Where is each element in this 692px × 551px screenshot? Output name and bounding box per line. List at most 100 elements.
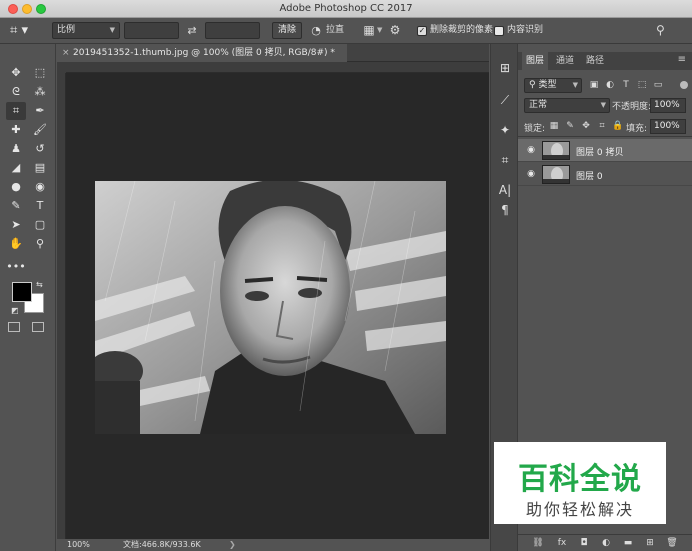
options-bar: ⌗ ▾ 比例 ▼ ⇄ 清除 ◔ 拉直 ▦ ▼ ⚙ ✓ 删除裁剪的像素 内容识别 ⚲ bbox=[0, 18, 692, 44]
rectangle-tool-icon[interactable]: ▢ bbox=[30, 216, 50, 234]
zoom-level[interactable]: 100% bbox=[67, 539, 90, 551]
canvas-area[interactable] bbox=[66, 73, 489, 539]
lock-image-icon[interactable]: ✎ bbox=[564, 120, 576, 133]
swap-dimensions-icon[interactable]: ⇄ bbox=[184, 22, 200, 39]
add-mask-icon[interactable]: ◘ bbox=[578, 537, 590, 549]
screen-mode-icon[interactable] bbox=[32, 322, 44, 332]
blend-row: 正常 ▼ 不透明度: 100% bbox=[522, 98, 688, 114]
brush-tool-icon[interactable]: 🖌 bbox=[30, 121, 50, 139]
move-tool-icon[interactable]: ✥ bbox=[6, 64, 26, 82]
search-icon[interactable]: ⚲ bbox=[656, 22, 670, 39]
chevron-down-icon[interactable]: ▼ bbox=[377, 22, 383, 39]
pixel-filter-icon[interactable]: ▣ bbox=[588, 78, 600, 93]
watermark-title: 百科全说 bbox=[518, 462, 642, 497]
layer-name[interactable]: 图层 0 bbox=[576, 169, 603, 182]
content-aware-label[interactable]: 内容识别 bbox=[507, 22, 543, 39]
paragraph-panel-icon[interactable]: ¶ bbox=[497, 202, 513, 218]
hand-tool-icon[interactable]: ✋ bbox=[6, 235, 26, 253]
link-layers-icon[interactable]: ⛓ bbox=[532, 537, 544, 549]
magic-wand-tool-icon[interactable]: ⁂ bbox=[30, 83, 50, 101]
path-selection-tool-icon[interactable]: ➤ bbox=[6, 216, 26, 234]
fill-input[interactable]: 100% bbox=[650, 119, 686, 134]
tab-channels[interactable]: 通道 bbox=[552, 52, 578, 70]
dodge-tool-icon[interactable]: ◉ bbox=[30, 178, 50, 196]
lock-transparent-icon[interactable]: ▦ bbox=[548, 120, 560, 133]
puzzle-panel-icon[interactable]: ✦ bbox=[497, 122, 513, 138]
tab-paths[interactable]: 路径 bbox=[582, 52, 608, 70]
lock-position-icon[interactable]: ✥ bbox=[580, 120, 592, 133]
clone-stamp-tool-icon[interactable]: ♟ bbox=[6, 140, 26, 158]
clear-button[interactable]: 清除 bbox=[272, 22, 302, 39]
lock-label: 锁定: bbox=[524, 124, 546, 134]
history-brush-tool-icon[interactable]: ↺ bbox=[30, 140, 50, 158]
layer-row[interactable]: ◉ 图层 0 bbox=[518, 163, 692, 186]
marquee-tool-icon[interactable]: ⬚ bbox=[30, 64, 50, 82]
title-bar: Adobe Photoshop CC 2017 bbox=[0, 0, 692, 18]
lock-all-icon[interactable]: 🔒 bbox=[612, 120, 624, 133]
opacity-input[interactable]: 100% bbox=[650, 98, 686, 113]
gear-icon[interactable]: ⚙ bbox=[388, 22, 402, 39]
crop-preset-icon[interactable]: ⌗ ▾ bbox=[10, 22, 40, 39]
gradient-tool-icon[interactable]: ▤ bbox=[30, 159, 50, 177]
height-input[interactable] bbox=[205, 22, 260, 39]
pen-tool-icon[interactable]: ✎ bbox=[6, 197, 26, 215]
vertical-ruler[interactable] bbox=[57, 73, 66, 539]
blur-tool-icon[interactable]: ● bbox=[6, 178, 26, 196]
default-colors-icon[interactable]: ◩ bbox=[11, 306, 19, 315]
overlay-grid-icon[interactable]: ▦ bbox=[362, 22, 376, 39]
swap-colors-icon[interactable]: ⇆ bbox=[36, 280, 43, 289]
healing-brush-tool-icon[interactable]: ✚ bbox=[6, 121, 26, 139]
history-panel-icon[interactable]: ⊞ bbox=[497, 60, 513, 76]
straighten-icon[interactable]: ◔ bbox=[309, 22, 323, 39]
document-image[interactable] bbox=[95, 181, 446, 434]
foreground-color-swatch[interactable] bbox=[12, 282, 32, 302]
close-icon[interactable]: × bbox=[62, 44, 70, 62]
document-tab[interactable]: × 2019451352-1.thumb.jpg @ 100% (图层 0 拷贝… bbox=[57, 44, 347, 62]
ratio-select[interactable]: 比例 ▼ bbox=[52, 22, 120, 39]
eraser-tool-icon[interactable]: ◢ bbox=[6, 159, 26, 177]
content-aware-checkbox[interactable] bbox=[494, 26, 504, 36]
adjustment-layer-icon[interactable]: ◐ bbox=[600, 537, 612, 549]
layer-row[interactable]: ◉ 图层 0 拷贝 bbox=[518, 139, 692, 162]
blend-mode-label: 正常 bbox=[529, 100, 548, 110]
type-filter-icon[interactable]: T bbox=[620, 78, 632, 93]
adjustment-filter-icon[interactable]: ◐ bbox=[604, 78, 616, 93]
lock-artboard-icon[interactable]: ⌗ bbox=[596, 120, 608, 133]
blend-mode-select[interactable]: 正常 ▼ bbox=[524, 98, 610, 113]
new-group-icon[interactable]: ▬ bbox=[622, 537, 634, 549]
chevron-right-icon[interactable]: ❯ bbox=[229, 539, 236, 551]
panel-menu-icon[interactable]: ≡ bbox=[678, 54, 686, 65]
eye-icon[interactable]: ◉ bbox=[525, 145, 537, 155]
character-panel-icon[interactable]: A| bbox=[497, 182, 513, 198]
filter-kind-select[interactable]: ⚲ 类型 ▼ bbox=[524, 78, 582, 93]
layer-thumbnail[interactable] bbox=[542, 165, 570, 184]
horizontal-ruler[interactable] bbox=[66, 62, 489, 73]
type-tool-icon[interactable]: T bbox=[30, 197, 50, 215]
new-layer-icon[interactable]: ⊞ bbox=[644, 537, 656, 549]
straighten-label[interactable]: 拉直 bbox=[326, 22, 356, 39]
crop-panel-icon[interactable]: ⌗ bbox=[497, 152, 513, 168]
layer-thumbnail[interactable] bbox=[542, 141, 570, 160]
trash-icon[interactable]: 🗑 bbox=[666, 537, 678, 549]
delete-cropped-pixels-checkbox[interactable]: ✓ bbox=[417, 26, 427, 36]
delete-cropped-pixels-label[interactable]: 删除裁剪的像素 bbox=[430, 22, 493, 39]
layer-name[interactable]: 图层 0 拷贝 bbox=[576, 145, 623, 158]
eye-icon[interactable]: ◉ bbox=[525, 169, 537, 179]
crop-tool-icon[interactable]: ⌗ bbox=[6, 102, 26, 120]
quick-mask-icon[interactable] bbox=[8, 322, 20, 332]
ruler-origin[interactable] bbox=[57, 62, 66, 73]
filter-toggle-icon[interactable] bbox=[680, 81, 688, 89]
more-tools-icon[interactable]: ••• bbox=[6, 258, 26, 276]
tab-layers[interactable]: 图层 bbox=[522, 52, 549, 70]
measure-panel-icon[interactable]: ⟋ bbox=[497, 92, 513, 108]
eyedropper-tool-icon[interactable]: ✒ bbox=[30, 102, 50, 120]
smart-object-filter-icon[interactable]: ▭ bbox=[652, 78, 664, 93]
document-tab-bar: × 2019451352-1.thumb.jpg @ 100% (图层 0 拷贝… bbox=[57, 44, 489, 62]
zoom-tool-icon[interactable]: ⚲ bbox=[30, 235, 50, 253]
width-input[interactable] bbox=[124, 22, 179, 39]
shape-filter-icon[interactable]: ⬚ bbox=[636, 78, 648, 93]
status-bar: 100% 文档:466.8K/933.6K ❯ bbox=[57, 539, 489, 551]
fx-icon[interactable]: fx bbox=[556, 537, 568, 549]
document-size-info[interactable]: 文档:466.8K/933.6K bbox=[123, 539, 201, 551]
lasso-tool-icon[interactable]: ᘓ bbox=[6, 83, 26, 101]
